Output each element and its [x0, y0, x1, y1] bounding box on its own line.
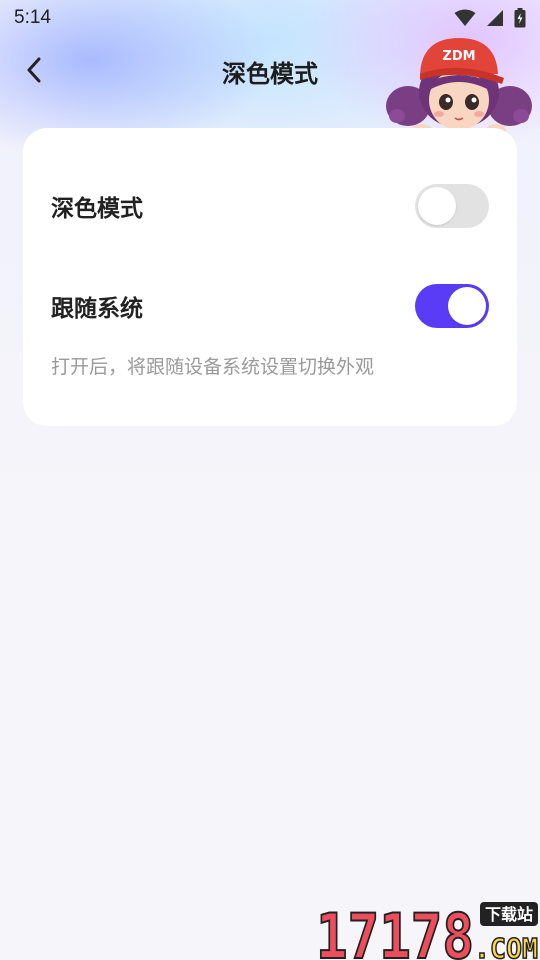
status-time: 5:14 — [14, 7, 51, 28]
watermark-tag: 下载站 — [485, 905, 533, 924]
status-icons — [454, 8, 526, 28]
watermark-domain: .COM — [474, 932, 538, 960]
follow-system-toggle[interactable] — [415, 284, 489, 328]
follow-system-row: 跟随系统 — [51, 281, 489, 331]
dark-mode-label: 深色模式 — [51, 196, 143, 222]
toggle-knob — [418, 187, 456, 225]
settings-card: 深色模式 跟随系统 打开后，将跟随设备系统设置切换外观 — [23, 128, 517, 426]
toggle-knob — [448, 287, 486, 325]
mascot-cap-text: ZDM — [442, 49, 475, 64]
dark-mode-row: 深色模式 — [51, 181, 489, 231]
dark-mode-toggle[interactable] — [415, 184, 489, 228]
mascot-illustration: ZDM — [386, 38, 532, 136]
watermark-number: 17178 — [316, 900, 474, 960]
wifi-icon — [454, 9, 476, 26]
follow-system-label: 跟随系统 — [51, 296, 143, 322]
signal-icon — [487, 10, 503, 26]
battery-icon — [514, 8, 526, 28]
follow-system-hint: 打开后，将跟随设备系统设置切换外观 — [51, 356, 375, 378]
site-watermark-logo: 下载站 17178 .COM — [316, 899, 539, 960]
status-bar: 5:14 — [0, 0, 540, 36]
